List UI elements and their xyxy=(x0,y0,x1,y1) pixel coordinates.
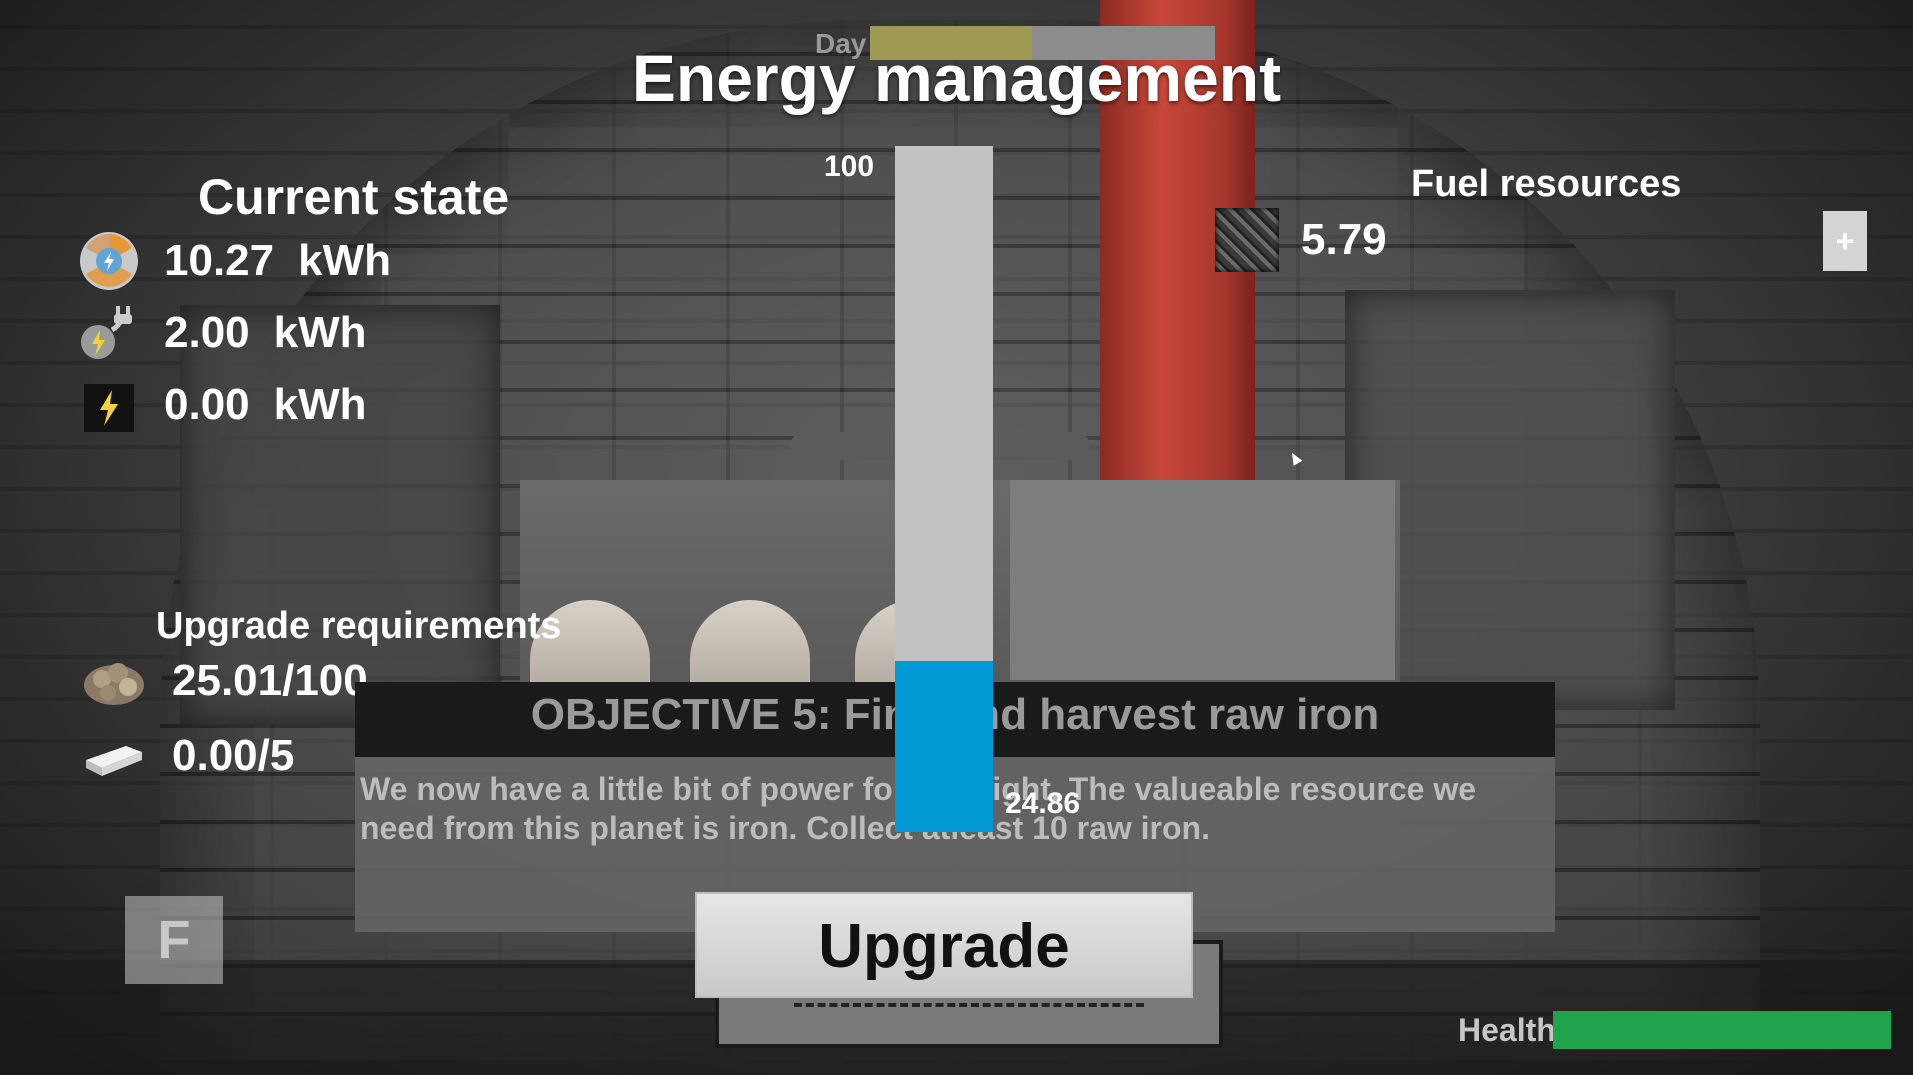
requirement-value: 25.01/100 xyxy=(172,656,368,705)
upgrade-button[interactable]: Upgrade xyxy=(695,892,1193,998)
fuel-value: 5.79 xyxy=(1301,215,1387,264)
power-plug-icon xyxy=(78,302,140,364)
stat-value: 10.27 xyxy=(164,236,275,285)
coal-icon xyxy=(1215,208,1279,272)
add-fuel-button[interactable]: + xyxy=(1823,211,1867,271)
gauge-value-label: 24.86 xyxy=(1005,787,1081,820)
stat-unit: kWh xyxy=(273,308,367,357)
battery-icon xyxy=(78,374,140,436)
current-state-heading: Current state xyxy=(198,169,510,225)
stat-value: 2.00 xyxy=(164,308,250,357)
energy-gauge-fill xyxy=(895,661,993,832)
page-title: Energy management xyxy=(631,41,1282,115)
stat-unit: kWh xyxy=(273,380,367,429)
health-bar xyxy=(1553,1011,1891,1049)
stat-row-consumption: 2.00 kWh xyxy=(78,302,367,364)
stat-row-battery: 0.00 kWh xyxy=(78,374,367,436)
stat-unit: kWh xyxy=(298,236,391,285)
raw-ore-icon xyxy=(82,655,146,707)
upgrade-requirements-heading: Upgrade requirements xyxy=(156,605,562,647)
health-label: Health xyxy=(1458,1012,1556,1048)
health-bar-fill xyxy=(1553,1011,1891,1049)
iron-ingot-icon xyxy=(82,730,146,782)
generator-housing xyxy=(1010,480,1395,680)
interact-key-hint[interactable]: F xyxy=(125,896,223,984)
gauge-max-label: 100 xyxy=(824,150,875,183)
energy-gauge-overlay xyxy=(895,146,993,832)
fuel-row: 5.79 xyxy=(1215,208,1387,272)
fuel-resources-heading: Fuel resources xyxy=(1411,163,1682,205)
energy-core-icon xyxy=(78,230,140,292)
requirement-row-iron: 0.00/5 xyxy=(82,730,294,782)
stat-value: 0.00 xyxy=(164,380,250,429)
requirement-value: 0.00/5 xyxy=(172,731,295,780)
requirement-row-ore: 25.01/100 xyxy=(82,655,368,707)
stat-row-energy: 10.27 kWh xyxy=(78,230,391,292)
